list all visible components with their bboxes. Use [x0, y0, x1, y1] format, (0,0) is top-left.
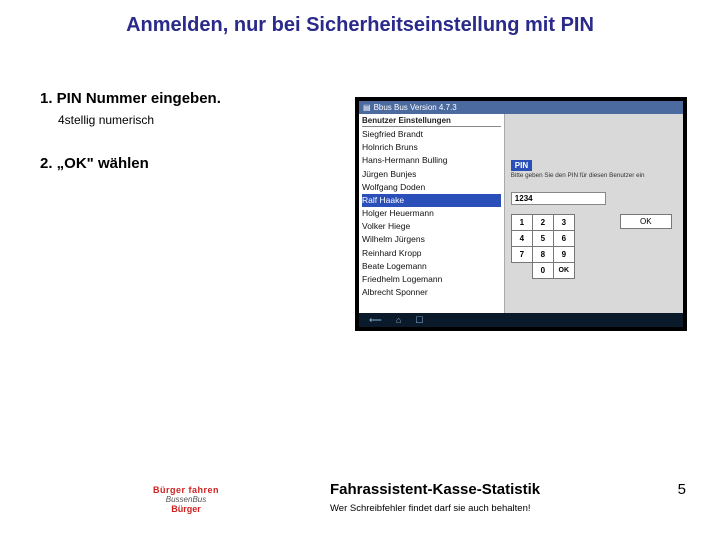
app-titlebar: ▤ Bbus Bus Version 4.7.3	[359, 101, 683, 114]
page-number: 5	[678, 481, 686, 498]
list-item[interactable]: Reinhard Kropp	[362, 247, 501, 260]
pin-message: Bitte geben Sie den PIN für diesen Benut…	[511, 172, 679, 179]
key-1[interactable]: 1	[511, 215, 532, 231]
key-ok-small[interactable]: OK	[553, 263, 574, 279]
list-item[interactable]: Holger Heuermann	[362, 207, 501, 220]
list-item[interactable]: Holnrich Bruns	[362, 141, 501, 154]
key-8[interactable]: 8	[532, 247, 553, 263]
list-item[interactable]: Wolfgang Doden	[362, 181, 501, 194]
pin-panel: PIN Bitte geben Sie den PIN für diesen B…	[505, 114, 683, 314]
key-5[interactable]: 5	[532, 231, 553, 247]
list-item[interactable]: Hans-Hermann Bulling	[362, 154, 501, 167]
app-icon: ▤	[363, 103, 371, 112]
list-item[interactable]: Wilhelm Jürgens	[362, 233, 501, 246]
tablet-screenshot: ▤ Bbus Bus Version 4.7.3 Benutzer Einste…	[355, 97, 687, 331]
logo-line1: Bürger fahren	[150, 485, 222, 495]
logo: Bürger fahren BussenBus Bürger	[150, 485, 222, 514]
recents-icon[interactable]: ☐	[415, 315, 423, 326]
list-item[interactable]: Albrecht Sponner	[362, 286, 501, 299]
app-window: ▤ Bbus Bus Version 4.7.3 Benutzer Einste…	[359, 101, 683, 313]
key-6[interactable]: 6	[553, 231, 574, 247]
key-4[interactable]: 4	[511, 231, 532, 247]
list-item-selected[interactable]: Ralf Haake	[362, 194, 501, 207]
list-item[interactable]: Friedhelm Logemann	[362, 273, 501, 286]
list-item[interactable]: Siegfried Brandt	[362, 128, 501, 141]
key-3[interactable]: 3	[553, 215, 574, 231]
slide-title: Anmelden, nur bei Sicherheitseinstellung…	[0, 0, 720, 45]
key-9[interactable]: 9	[553, 247, 574, 263]
app-title-text: Bbus Bus Version 4.7.3	[374, 103, 457, 112]
key-2[interactable]: 2	[532, 215, 553, 231]
list-item[interactable]: Volker Hiege	[362, 220, 501, 233]
footer-subtitle: Wer Schreibfehler findet darf sie auch b…	[330, 503, 531, 514]
key-0[interactable]: 0	[532, 263, 553, 279]
keypad: 1 2 3 4 5 6 7 8 9	[511, 214, 575, 279]
pin-label: PIN	[511, 160, 532, 171]
user-list-header: Benutzer Einstellungen	[362, 116, 501, 127]
key-blank	[511, 263, 532, 279]
home-icon[interactable]: ⌂	[396, 315, 401, 325]
list-item[interactable]: Jürgen Bunjes	[362, 168, 501, 181]
list-item[interactable]: Beate Logemann	[362, 260, 501, 273]
logo-line3: Bürger	[150, 504, 222, 514]
footer: Bürger fahren BussenBus Bürger Fahrassis…	[0, 460, 720, 520]
ok-button[interactable]: OK	[620, 214, 672, 229]
pin-input[interactable]: 1234	[511, 192, 606, 205]
user-list: Benutzer Einstellungen Siegfried Brandt …	[359, 114, 505, 314]
back-icon[interactable]: ⟵	[369, 315, 382, 326]
logo-line2: BussenBus	[150, 495, 222, 504]
android-navbar: ⟵ ⌂ ☐	[359, 313, 683, 327]
footer-title: Fahrassistent-Kasse-Statistik	[330, 481, 540, 498]
key-7[interactable]: 7	[511, 247, 532, 263]
